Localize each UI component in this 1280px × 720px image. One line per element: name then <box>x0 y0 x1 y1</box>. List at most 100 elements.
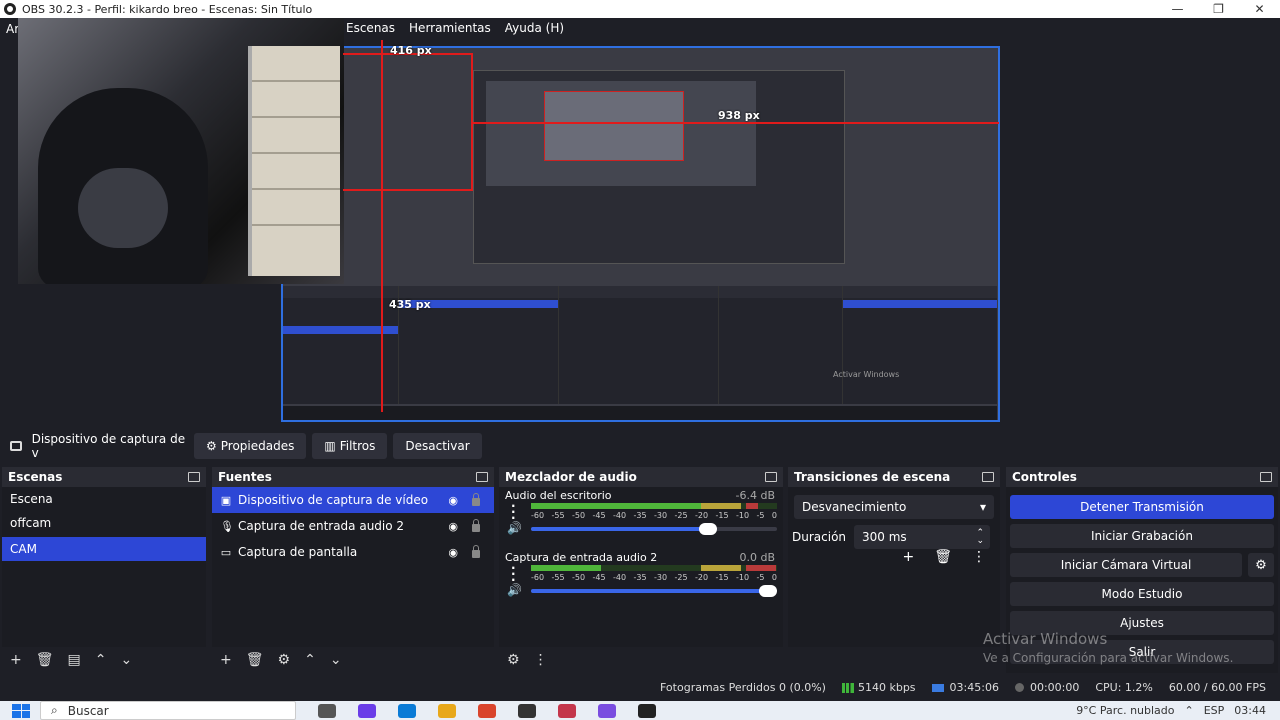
float-dock-icon[interactable] <box>1260 472 1272 482</box>
app-icon[interactable] <box>558 703 576 718</box>
float-dock-icon[interactable] <box>476 472 488 482</box>
measure-right-label: 938 px <box>718 109 760 122</box>
trash-icon[interactable]: 🗑 <box>934 549 952 565</box>
meter-scale: -60 -55 -50 -45 -40 -35 -30 -25 -20 -15 -10 -5 0 <box>531 511 777 520</box>
status-bar: Fotogramas Perdidos 0 (0.0%) 5140 kbps 0… <box>0 673 1280 701</box>
mirrored-taskbar <box>283 406 997 420</box>
chevron-up-icon[interactable]: ⌃ <box>1185 704 1194 717</box>
clock[interactable]: 03:44 <box>1234 704 1266 717</box>
source-item-screen[interactable]: ▭ Captura de pantalla ◉ <box>212 539 494 565</box>
more-icon[interactable]: · · · <box>511 500 516 524</box>
deactivate-button[interactable]: Desactivar <box>393 433 482 459</box>
channel-name: Audio del escritorio <box>505 489 612 502</box>
chrome-icon[interactable] <box>478 703 496 718</box>
edge-icon[interactable] <box>398 703 416 718</box>
system-tray: 9°C Parc. nublado ⌃ ESP 03:44 <box>1076 704 1280 717</box>
discord-icon[interactable] <box>598 703 616 718</box>
sources-toolbar: + 🗑 ⚙ ⌃ ⌄ <box>212 647 494 673</box>
spin-arrows-icon[interactable]: ⌃ ⌄ <box>976 529 984 546</box>
mixer-title: Mezclador de audio <box>505 470 637 484</box>
add-icon[interactable]: + <box>10 652 22 668</box>
camera-icon <box>10 441 22 451</box>
scenes-dock: Escenas Escena offcam CAM + 🗑 ▤ ⌃ ⌄ <box>2 467 206 673</box>
scene-item-active[interactable]: CAM <box>2 537 206 561</box>
weather-widget[interactable]: 9°C Parc. nublado <box>1076 704 1174 717</box>
more-icon[interactable]: ⋮ <box>972 549 986 565</box>
task-view-icon[interactable] <box>318 703 336 718</box>
speaker-icon[interactable]: 🔊 <box>507 521 522 535</box>
source-item-audio[interactable]: 🎙 Captura de entrada audio 2 ◉ <box>212 513 494 539</box>
menu-scenes[interactable]: Escenas <box>346 21 395 35</box>
virtual-camera-button[interactable]: Iniciar Cámara Virtual <box>1010 553 1242 577</box>
eye-icon[interactable]: ◉ <box>448 520 458 533</box>
eye-icon[interactable]: ◉ <box>448 494 458 507</box>
close-button[interactable]: ✕ <box>1239 0 1280 18</box>
scenes-list: Escena offcam CAM <box>2 487 206 647</box>
arrow-up-icon[interactable]: ⌃ <box>95 652 107 668</box>
menu-tools[interactable]: Herramientas <box>409 21 491 35</box>
lock-icon[interactable] <box>472 545 480 558</box>
float-dock-icon[interactable] <box>188 472 200 482</box>
eye-icon[interactable]: ◉ <box>448 546 458 559</box>
file-explorer-icon[interactable] <box>438 703 456 718</box>
epic-games-icon[interactable] <box>638 703 656 718</box>
arrow-down-icon[interactable]: ⌄ <box>330 652 342 668</box>
advanced-audio-icon[interactable]: ⚙ <box>507 652 520 668</box>
volume-slider[interactable] <box>531 585 777 597</box>
trash-icon[interactable]: 🗑 <box>36 652 54 668</box>
window-controls: — ❐ ✕ <box>1157 0 1280 18</box>
more-icon[interactable]: ⋮ <box>534 652 548 668</box>
scenes-toolbar: + 🗑 ▤ ⌃ ⌄ <box>2 647 206 673</box>
duration-label: Duración <box>792 530 847 544</box>
cpu-usage: CPU: 1.2% <box>1095 680 1153 694</box>
activate-windows-subtitle: Ve a Configuración para activar Windows. <box>983 651 1234 665</box>
stream-time-value: 03:45:06 <box>949 680 999 694</box>
properties-button[interactable]: ⚙ Propiedades <box>194 433 307 459</box>
filter-icon: ▥ <box>324 439 336 453</box>
scene-item[interactable]: Escena <box>2 487 206 511</box>
title-bar: OBS 30.2.3 - Perfil: kikardo breo - Esce… <box>0 0 1280 18</box>
gear-icon[interactable]: ⚙ <box>1248 553 1274 577</box>
filter-icon[interactable]: ▤ <box>68 652 81 668</box>
volume-slider[interactable] <box>531 523 777 535</box>
guide-line-bottom <box>343 189 473 191</box>
speaker-icon[interactable]: 🔊 <box>507 583 522 597</box>
float-dock-icon[interactable] <box>982 472 994 482</box>
more-icon[interactable]: · · · <box>511 562 516 586</box>
minimize-button[interactable]: — <box>1157 0 1198 18</box>
scene-item[interactable]: offcam <box>2 511 206 535</box>
add-icon[interactable]: + <box>902 549 914 565</box>
deactivate-label: Desactivar <box>405 439 470 453</box>
transition-select[interactable]: Desvanecimiento ▾ <box>794 495 994 519</box>
trash-icon[interactable]: 🗑 <box>246 652 264 668</box>
add-icon[interactable]: + <box>220 652 232 668</box>
stop-stream-button[interactable]: Detener Transmisión <box>1010 495 1274 519</box>
webcam-source[interactable] <box>18 18 344 284</box>
source-item-video[interactable]: ▣ Dispositivo de captura de vídeo ◉ <box>212 487 494 513</box>
arrow-up-icon[interactable]: ⌃ <box>304 652 316 668</box>
duration-spinbox[interactable]: 300 ms ⌃ ⌄ <box>854 525 991 549</box>
lock-icon[interactable] <box>472 519 480 532</box>
arrow-down-icon[interactable]: ⌄ <box>120 652 132 668</box>
studio-mode-button[interactable]: Modo Estudio <box>1010 582 1274 606</box>
filters-button[interactable]: ▥ Filtros <box>312 433 388 459</box>
activate-windows-title: Activar Windows <box>983 630 1108 648</box>
obs-taskbar-icon[interactable] <box>518 703 536 718</box>
guide-line-vertical <box>381 40 383 412</box>
windows-start-icon[interactable] <box>12 703 30 718</box>
maximize-button[interactable]: ❐ <box>1198 0 1239 18</box>
taskbar-search[interactable]: ⌕ Buscar <box>40 701 296 720</box>
float-dock-icon[interactable] <box>765 472 777 482</box>
chevron-down-icon: ▾ <box>979 500 986 514</box>
sources-list: ▣ Dispositivo de captura de vídeo ◉ 🎙 Ca… <box>212 487 494 647</box>
window-title: OBS 30.2.3 - Perfil: kikardo breo - Esce… <box>22 2 313 16</box>
copilot-icon[interactable] <box>358 703 376 718</box>
mixer-channel-mic: Captura de entrada audio 2 0.0 dB · · · -6… <box>499 549 783 611</box>
stream-timer: 03:45:06 <box>931 680 999 694</box>
preview-canvas[interactable]: Activar Windows <box>281 46 1000 422</box>
lock-icon[interactable] <box>472 493 480 506</box>
menu-help[interactable]: Ayuda (H) <box>505 21 564 35</box>
gear-icon[interactable]: ⚙ <box>278 652 291 668</box>
start-recording-button[interactable]: Iniciar Grabación <box>1010 524 1274 548</box>
language-indicator[interactable]: ESP <box>1204 704 1225 717</box>
